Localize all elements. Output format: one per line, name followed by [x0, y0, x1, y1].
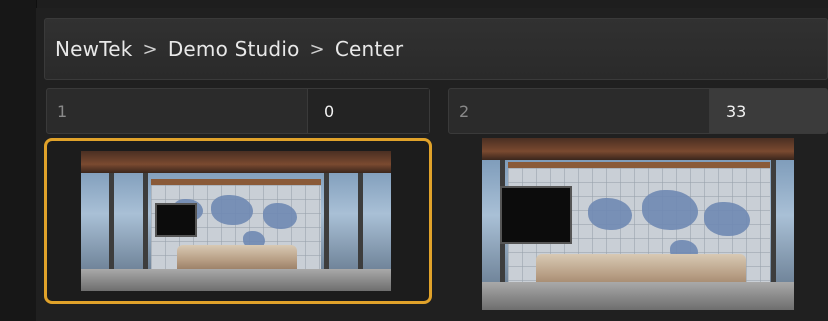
slot-1: 1 0	[46, 88, 430, 134]
slot-2-thumbnail[interactable]	[482, 138, 794, 310]
slot-number: 1	[57, 101, 68, 121]
slot-number: 2	[459, 101, 470, 121]
breadcrumb: NewTek > Demo Studio > Center	[44, 18, 828, 80]
slot-value-field[interactable]: 33	[709, 89, 827, 133]
slot-1-header: 1 0	[46, 88, 430, 134]
studio-preview-image	[482, 138, 794, 310]
slot-value-field[interactable]: 0	[307, 89, 429, 133]
slot-2-header: 2 33	[448, 88, 828, 134]
sets-panel: NewTek > Demo Studio > Center 1 0 2 33	[36, 8, 828, 321]
breadcrumb-separator: >	[142, 38, 158, 60]
breadcrumb-separator: >	[309, 38, 325, 60]
slot-1-thumbnail[interactable]	[44, 138, 432, 304]
breadcrumb-item-demo-studio[interactable]: Demo Studio	[168, 37, 300, 61]
left-rail	[0, 0, 37, 321]
breadcrumb-item-center[interactable]: Center	[335, 37, 404, 61]
slot-2: 2 33	[448, 88, 828, 134]
breadcrumb-item-newtek[interactable]: NewTek	[55, 37, 133, 61]
studio-preview-image	[81, 151, 391, 291]
